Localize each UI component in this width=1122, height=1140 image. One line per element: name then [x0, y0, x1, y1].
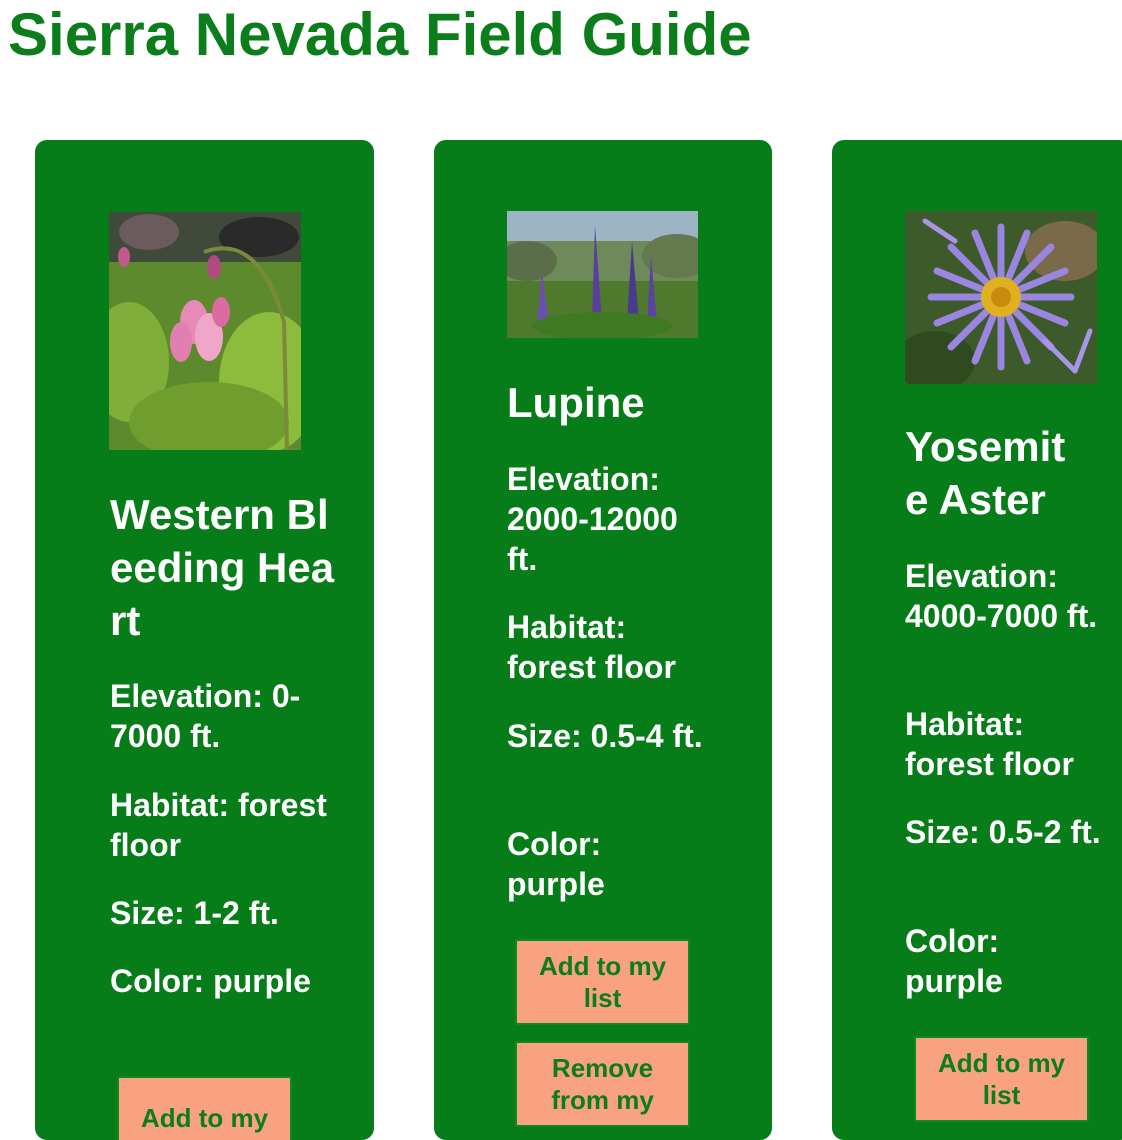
plant-card-western-bleeding-heart: Western Bleeding Heart Elevation: 0-7000…: [35, 140, 374, 1140]
plant-size: Size: 0.5-2 ft.: [905, 814, 1101, 850]
aster-photo: [905, 211, 1097, 384]
plant-size: Size: 0.5-4 ft.: [507, 718, 703, 754]
plant-name: Yosemite Aster: [905, 423, 1066, 523]
plant-name: Western Bleeding Heart: [110, 491, 335, 644]
plant-color: Color: purple: [507, 826, 605, 902]
plant-elevation: Elevation: 0-7000 ft.: [110, 678, 301, 754]
plant-name: Lupine: [507, 379, 645, 426]
plant-elevation: Elevation: 2000-12000 ft.: [507, 461, 678, 577]
bleeding-heart-photo: [109, 212, 301, 450]
lupine-photo: [507, 211, 698, 338]
page-title: Sierra Nevada Field Guide: [8, 1, 752, 68]
plant-habitat: Habitat: forest floor: [905, 706, 1074, 782]
plant-card-lupine: Lupine Elevation: 2000-12000 ft. Habitat…: [434, 140, 772, 1140]
plant-color: Color: purple: [110, 963, 311, 999]
plant-card-yosemite-aster: Yosemite Aster Elevation: 4000-7000 ft. …: [832, 140, 1122, 1140]
remove-from-list-button[interactable]: Remove from my: [515, 1041, 690, 1127]
add-to-list-button[interactable]: Add to my: [117, 1076, 292, 1140]
plant-habitat: Habitat: forest floor: [507, 609, 676, 685]
plant-size: Size: 1-2 ft.: [110, 895, 279, 931]
plant-elevation: Elevation: 4000-7000 ft.: [905, 558, 1098, 634]
add-to-list-button[interactable]: Add to my list: [515, 939, 690, 1025]
add-to-list-button[interactable]: Add to my list: [914, 1036, 1089, 1122]
plant-color: Color: purple: [905, 923, 1003, 999]
plant-habitat: Habitat: forest floor: [110, 787, 327, 863]
